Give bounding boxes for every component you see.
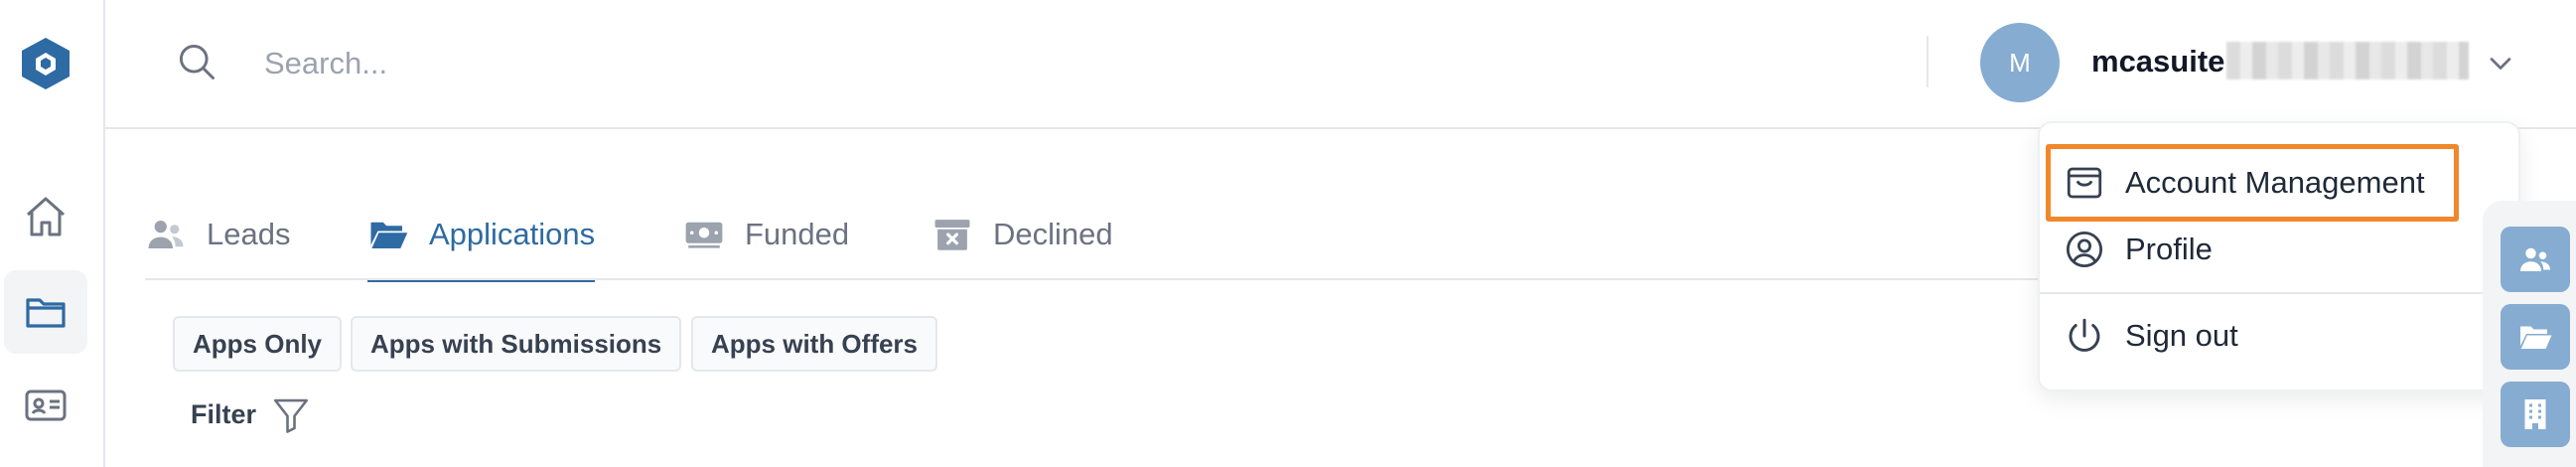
tab-applications[interactable]: Applications (367, 189, 596, 282)
chip-apps-with-offers[interactable]: Apps with Offers (691, 316, 938, 372)
highlight-box (2046, 144, 2459, 222)
top-header: M mcasuite (105, 0, 2576, 129)
chip-apps-only[interactable]: Apps Only (173, 316, 343, 372)
tab-label: Declined (993, 217, 1113, 251)
archive-x-icon (934, 220, 970, 250)
folder-icon (26, 298, 66, 328)
filter-label: Filter (191, 398, 257, 429)
menu-item-sign-out[interactable]: Sign out (2064, 306, 2238, 366)
search-icon (179, 44, 215, 79)
quick-folder-button[interactable] (2501, 304, 2570, 370)
tab-leads[interactable]: Leads (145, 189, 290, 280)
users-icon (2520, 247, 2550, 271)
menu-item-label: Sign out (2125, 318, 2238, 353)
tab-declined[interactable]: Declined (931, 189, 1113, 280)
menu-item-profile[interactable]: Profile (2064, 220, 2213, 279)
user-name[interactable]: mcasuite (2091, 44, 2224, 79)
money-icon (685, 222, 723, 248)
nav-home[interactable] (4, 175, 87, 258)
tab-label: Applications (429, 217, 596, 251)
header-divider (1927, 36, 1929, 87)
search-input[interactable] (264, 34, 1158, 93)
filter-button[interactable]: Filter (191, 393, 312, 435)
side-nav (0, 0, 105, 467)
users-icon (148, 221, 184, 248)
redacted-username (2226, 42, 2469, 79)
app-logo-icon[interactable] (18, 34, 73, 93)
tab-funded[interactable]: Funded (683, 189, 849, 280)
quick-contacts-button[interactable] (2501, 227, 2570, 292)
chevron-down-icon[interactable] (2483, 46, 2518, 81)
nav-contacts[interactable] (4, 364, 87, 447)
chip-apps-with-submissions[interactable]: Apps with Submissions (351, 316, 682, 372)
id-card-icon (25, 389, 67, 421)
menu-item-label: Profile (2125, 232, 2213, 266)
funnel-icon (273, 398, 309, 433)
user-circle-icon (2066, 231, 2103, 268)
avatar[interactable]: M (1980, 23, 2060, 102)
menu-divider (2040, 292, 2518, 294)
building-icon (2524, 399, 2546, 429)
tab-label: Funded (745, 217, 850, 251)
quick-building-button[interactable] (2501, 382, 2570, 447)
home-icon (27, 197, 65, 236)
folder-open-icon (370, 222, 408, 248)
folder-open-icon (2520, 326, 2552, 349)
nav-applications[interactable] (4, 270, 87, 354)
tab-label: Leads (207, 217, 291, 251)
power-icon (2069, 318, 2100, 352)
